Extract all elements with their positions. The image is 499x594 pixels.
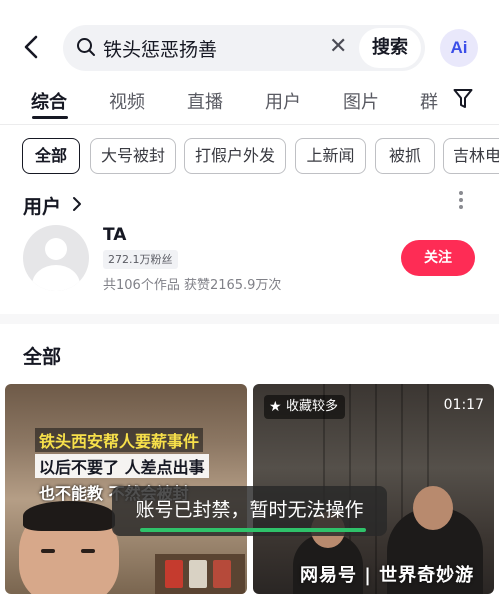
fans-count-badge: 272.1万粉丝 [103,250,178,269]
result-tabs: 综合 视频 直播 用户 图片 群 [0,84,499,124]
more-icon[interactable] [458,190,464,210]
all-section-title: 全部 [23,346,62,368]
user-name[interactable]: TA [103,225,126,245]
toast-message: 账号已封禁，暂时无法操作 [135,499,364,521]
status-bar [0,0,499,14]
person-thumbnail [19,501,119,594]
ai-button[interactable]: Ai [440,29,478,67]
section-separator [0,314,499,324]
users-section-title[interactable]: 用户 [23,192,61,219]
tab-images[interactable]: 图片 [343,88,379,114]
search-button[interactable]: 搜索 [359,28,421,68]
chip-arrested[interactable]: 被抓 [375,138,435,174]
chip-all[interactable]: 全部 [22,138,80,174]
tab-users[interactable]: 用户 [265,88,301,114]
clear-icon[interactable]: ✕ [329,34,347,59]
chip-big-account-banned[interactable]: 大号被封 [90,138,176,174]
tab-groups[interactable]: 群 [420,88,438,114]
chevron-right-icon[interactable] [72,196,82,216]
avatar[interactable] [23,225,89,291]
video-caption-line: 以后不要了 人差点出事 [35,454,209,478]
search-box[interactable]: 铁头惩恶扬善 ✕ 搜索 [63,25,425,71]
tab-live[interactable]: 直播 [187,88,223,114]
video-caption-line: 铁头西安帮人要薪事件 [35,428,204,452]
toast: 账号已封禁，暂时无法操作 [112,486,387,536]
video-duration: 01:17 [443,397,484,413]
search-input[interactable]: 铁头惩恶扬善 [103,35,217,62]
chip-jilin[interactable]: 吉林电 [443,138,499,174]
divider [0,124,499,125]
chip-news[interactable]: 上新闻 [295,138,366,174]
search-icon [77,38,95,56]
filter-chips: 全部 大号被封 打假户外发 上新闻 被抓 吉林电 [0,138,499,174]
user-stats: 共106个作品 获赞2165.9万次 [103,278,282,293]
watermark: 网易号 | 世界奇妙游 [300,565,475,586]
favorites-badge: ★ 收藏较多 [264,395,346,419]
tab-comprehensive[interactable]: 综合 [31,88,67,114]
star-icon: ★ [269,399,282,415]
filter-icon[interactable] [453,88,473,110]
active-tab-indicator [32,116,68,119]
back-arrow-icon[interactable] [22,34,48,62]
chip-anti-fake-outdoor[interactable]: 打假户外发 [184,138,286,174]
follow-button[interactable]: 关注 [401,240,475,276]
toast-progress-bar [140,528,366,532]
tab-video[interactable]: 视频 [109,88,145,114]
